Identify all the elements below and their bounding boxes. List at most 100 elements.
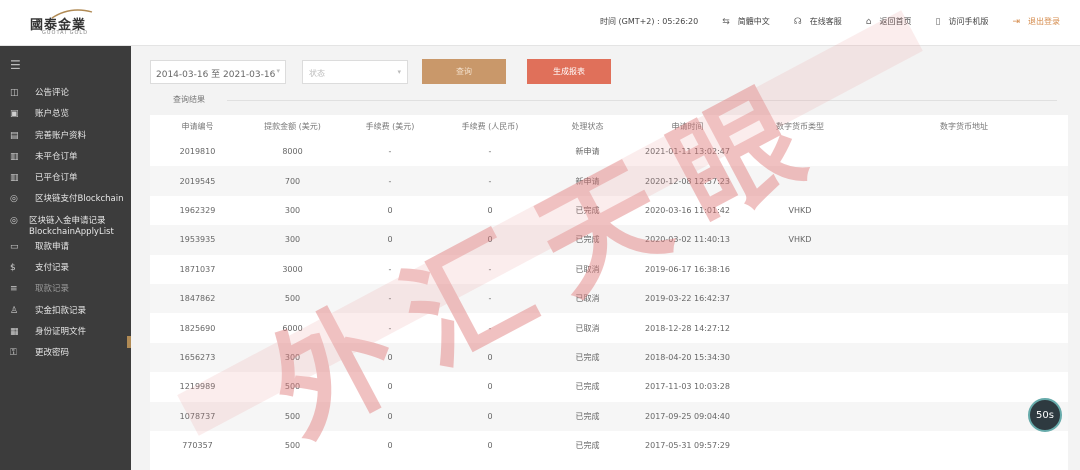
table-cell [740,283,860,314]
sidebar-item[interactable]: ▣ 账户总览 [0,105,131,126]
table-cell: 0 [440,401,540,431]
table-cell: 2020-03-16 11:01:42 [645,205,730,215]
menu-toggle-icon[interactable]: ☰ [10,58,21,72]
table-cell: 0 [387,441,393,451]
table-cell: 500 [284,441,301,451]
divider [227,100,1057,101]
online-service-link[interactable]: ☊ 在线客服 [794,16,842,27]
sidebar-item[interactable]: ◫ 公告评论 [0,84,131,105]
column-header: 手续费 (人民币) [440,115,540,137]
table-row[interactable]: 2019810 8000 - - 新申请 2021-01-11 13:02:47 [150,137,1068,166]
coin-icon: ◎ [10,215,18,226]
sidebar-item-label: 支付记录 [35,263,70,274]
language-switch[interactable]: ⇆ 简體中文 [722,16,770,27]
phone-icon: ▯ [935,16,941,27]
headset-icon: ☊ [793,16,802,27]
table-cell: 1953935 [150,225,245,255]
sidebar: ☰ ◫ 公告评论 ▣ 账户总览 ▤ 完善账户资料 ▥ 未平仓订单 ▥ 已平仓订单 ◎ 区块链支付Blo… [0,46,131,470]
table-cell: - [488,264,492,274]
table-cell [740,372,860,401]
query-button[interactable]: 查询 [422,59,506,84]
table-row[interactable]: 1962329 300 0 0 已完成 2020-03-16 11:01:42 VHKD [150,196,1068,225]
logo-subtext: GUOTAI GOLD [42,30,89,36]
file-icon: ▦ [10,326,19,337]
table-row[interactable]: 1078737 500 0 0 已完成 2017-09-25 09:04:40 [150,401,1068,431]
table-row[interactable]: 1656273 300 0 0 已完成 2018-04-20 15:34:30 [150,342,1068,373]
date-range-input[interactable]: 2014-03-16 至 2021-03-16 ▾ [150,60,286,84]
wallet-icon: ▣ [10,109,19,120]
logout-icon: ⇥ [1012,16,1020,27]
table-cell [860,166,1068,196]
status-placeholder: 状态 [309,69,325,78]
sidebar-item[interactable]: $ 支付记录 [0,259,131,280]
table-cell: 0 [387,205,393,215]
table-cell [860,342,1068,373]
sidebar-item[interactable]: ◎ 区块链入金申请记录 BlockchainApplyList [0,212,131,238]
table-row[interactable]: 1219989 500 0 0 已完成 2017-11-03 10:03:28 [150,372,1068,401]
table-cell [860,431,1068,460]
table-cell: 2018-12-28 14:27:12 [645,323,730,333]
sidebar-item-label: 完善账户资料 [35,130,87,141]
table-cell: 2019545 [150,166,245,196]
sidebar-item-label: 已平仓订单 [35,173,78,184]
table-row[interactable]: 1847862 500- - 已取消 2019-03-22 16:42:37 [150,283,1068,314]
mobile-link[interactable]: ▯ 访问手机版 [936,16,989,27]
table-cell: 1219989 [179,382,216,392]
id-card-icon: ▤ [10,130,19,141]
table-cell: 新申请 [540,166,635,196]
table-cell: 已完成 [575,205,600,215]
sidebar-item[interactable]: ▭ 取款申请 [0,238,131,259]
sidebar-item[interactable]: ◎ 区块链支付Blockchain [0,190,131,211]
logo[interactable]: 國泰金業 GUOTAI GOLD [30,8,94,38]
table-cell: 2019-06-17 16:38:16 [645,264,730,274]
table-cell: 1847862 [150,283,245,314]
tab-query-results[interactable]: 查询结果 [173,94,205,105]
sidebar-item[interactable]: ▥ 未平仓订单 [0,148,131,169]
sidebar-item[interactable]: ♙ 实金扣款记录 [0,302,131,323]
language-label: 简體中文 [737,17,770,26]
table-cell [740,401,860,431]
table-cell [740,313,860,342]
sidebar-item[interactable]: ▤ 完善账户资料 [0,127,131,148]
sidebar-item[interactable]: ≡ 取款记录 [0,280,131,301]
table-cell: VHKD [740,225,860,255]
sidebar-item[interactable]: ⚿ 更改密码 [0,344,131,365]
home-label: 返回首页 [879,17,912,26]
table-cell: 500 [245,401,340,431]
table-row[interactable]: 2019545 700- - 新申请 2020-12-08 12:57:23 [150,166,1068,196]
table-cell: 0 [340,342,440,373]
table-cell [860,137,1068,166]
status-select[interactable]: 状态 ▾ [302,60,408,84]
table-cell: 已完成 [575,441,600,451]
column-header: 手续费 (美元) [340,115,440,137]
language-icon: ⇆ [722,16,730,27]
sidebar-item[interactable]: ▦ 身份证明文件 [0,323,131,344]
home-link[interactable]: ⌂ 返回首页 [866,16,912,27]
table-cell: 已取消 [540,283,635,314]
logout-link[interactable]: ⇥ 退出登录 [1012,16,1060,27]
table-row[interactable]: 770357 500 0 0 已完成 2017-05-31 09:57:29 [150,431,1068,460]
sidebar-item-label: 身份证明文件 [35,326,87,337]
table-row[interactable]: 1871037 3000 - - 已取消 2019-06-17 16:38:16 [150,255,1068,284]
table-cell: 300 [245,342,340,373]
sidebar-item[interactable]: ▥ 已平仓订单 [0,169,131,190]
list-icon: ≡ [10,284,18,295]
table-cell [740,166,860,196]
table-cell [860,372,1068,401]
table-cell: 2019-03-22 16:42:37 [635,283,740,314]
table-cell [860,196,1068,225]
table-cell: VHKD [788,205,812,215]
table-cell: 0 [440,342,540,373]
chevron-down-icon: ▾ [397,68,401,76]
table-row[interactable]: 1825690 6000 - - 已取消 2018-12-28 14:27:12 [150,313,1068,342]
generate-report-button[interactable]: 生成报表 [527,59,611,84]
mobile-label: 访问手机版 [948,17,989,26]
table-row[interactable]: 1953935 300 0 0 已完成 2020-03-02 11:40:13 VHKD [150,225,1068,255]
table-cell: 6000 [282,323,303,333]
table-cell [860,255,1068,284]
table-cell: 2019810 [179,147,216,157]
column-header: 提款金额 (美元) [245,115,340,137]
table-cell: 已完成 [540,342,635,373]
column-header: 数字货币地址 [860,115,1068,137]
table-cell [860,225,1068,255]
